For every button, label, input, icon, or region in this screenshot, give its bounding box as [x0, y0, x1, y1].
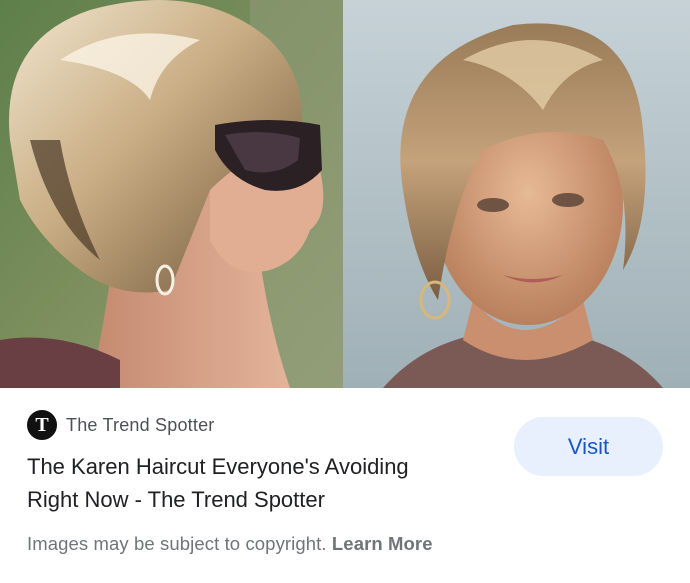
source-row[interactable]: T The Trend Spotter: [27, 410, 214, 440]
image-preview[interactable]: [0, 0, 690, 388]
copyright-notice: Images may be subject to copyright. Lear…: [27, 533, 433, 555]
photo-left-illustration: [0, 0, 343, 388]
learn-more-link[interactable]: Learn More: [332, 533, 433, 554]
source-logo: T: [27, 410, 57, 440]
copyright-text: Images may be subject to copyright.: [27, 533, 327, 554]
result-title[interactable]: The Karen Haircut Everyone's Avoiding Ri…: [27, 450, 487, 516]
result-title-line-2: Right Now - The Trend Spotter: [27, 487, 325, 512]
source-name[interactable]: The Trend Spotter: [66, 415, 214, 436]
photo-right-illustration: [343, 0, 690, 388]
preview-photo-right: [343, 0, 690, 388]
result-title-line-1: The Karen Haircut Everyone's Avoiding: [27, 454, 409, 479]
visit-button[interactable]: Visit: [514, 417, 663, 476]
preview-photo-left: [0, 0, 343, 388]
